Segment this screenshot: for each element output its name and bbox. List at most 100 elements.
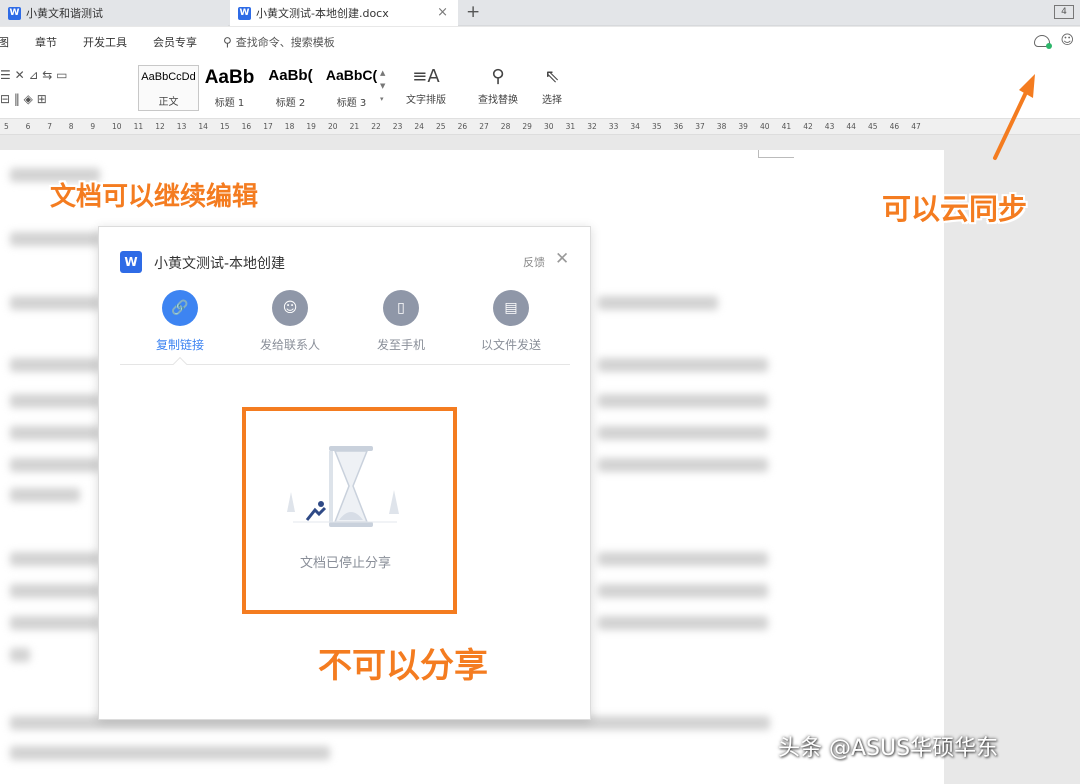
find-replace-button[interactable]: ⚲ 查找替换 xyxy=(478,63,518,106)
style-gallery: AaBbCcDd 正文 AaBb 标题 1 AaBb( 标题 2 AaBbC( … xyxy=(138,65,392,111)
ruler-tick-label: 28 xyxy=(500,122,511,131)
blurred-text-line xyxy=(10,358,100,372)
select-label: 选择 xyxy=(542,95,562,106)
ruler-tick-label: 44 xyxy=(846,122,856,131)
new-tab-button[interactable]: + xyxy=(466,2,480,22)
page-margin-mark xyxy=(758,150,794,158)
ruler-tick-label: 19 xyxy=(306,122,316,131)
close-icon[interactable]: ✕ xyxy=(555,249,569,269)
list-tools-row[interactable]: ☰ ✕ ⊿ ⇆ ▭ xyxy=(0,63,68,87)
phone-icon: ▯ xyxy=(383,290,419,326)
text-layout-icon: ≡A xyxy=(412,66,440,87)
ruler-tick-label: 43 xyxy=(824,122,835,131)
blurred-text-line xyxy=(10,584,100,598)
dialog-divider xyxy=(120,364,570,365)
annotation-no-share: 不可以分享 xyxy=(318,646,488,686)
blurred-text-line xyxy=(598,616,768,630)
style-heading-1[interactable]: AaBb 标题 1 xyxy=(199,65,260,111)
watermark: 头条 @ASUS华硕华东 xyxy=(778,736,999,761)
tab-document-2[interactable]: W 小黄文测试-本地创建.docx × xyxy=(230,0,458,26)
ruler-tick-label: 15 xyxy=(220,122,230,131)
blurred-text-line xyxy=(10,426,100,440)
wps-writer-icon: W xyxy=(120,251,142,273)
style-label: 标题 2 xyxy=(275,98,306,109)
style-heading-3[interactable]: AaBbC( 标题 3 xyxy=(321,65,382,111)
close-tab-icon[interactable]: × xyxy=(437,5,448,20)
style-sample: AaBb( xyxy=(268,67,313,84)
magnifier-icon: ⚲ xyxy=(491,66,505,87)
wps-writer-icon: W xyxy=(8,6,21,20)
option-label: 以文件发送 xyxy=(480,338,541,352)
cloud-sync-icon[interactable] xyxy=(1034,35,1052,49)
ruler-tick-label: 29 xyxy=(522,122,532,131)
send-to-phone-option[interactable]: ▯ 发至手机 xyxy=(346,290,456,353)
blurred-text-line xyxy=(598,458,768,472)
option-label: 复制链接 xyxy=(155,338,204,352)
command-search[interactable]: ⚲ 查找命令、搜索模板 xyxy=(223,34,335,50)
sync-status-dot xyxy=(1046,43,1052,49)
ruler-tick-label: 41 xyxy=(781,122,792,131)
blurred-text-line xyxy=(10,746,330,760)
ruler-tick-label: 13 xyxy=(176,122,187,131)
style-heading-2[interactable]: AaBb( 标题 2 xyxy=(260,65,321,111)
menu-item-chapter[interactable]: 章节 xyxy=(35,34,57,50)
ruler-tick-label: 10 xyxy=(112,122,122,131)
ruler-tick-label: 47 xyxy=(911,122,921,131)
paragraph-tools[interactable]: ☰ ✕ ⊿ ⇆ ▭ ⊟ ‖ ◈ ⊞ xyxy=(0,63,68,111)
menu-item-member[interactable]: 会员专享 xyxy=(153,34,197,50)
link-icon: 🔗 xyxy=(162,290,198,326)
menu-item-developer[interactable]: 开发工具 xyxy=(83,34,127,50)
menu-item-picture[interactable]: 图 xyxy=(0,34,9,50)
ruler-tick-label: 20 xyxy=(328,122,338,131)
blurred-text-line xyxy=(598,296,718,310)
ruler-tick-label: 27 xyxy=(479,122,489,131)
select-button[interactable]: ⇖ 选择 xyxy=(542,63,562,106)
blurred-text-line xyxy=(598,358,768,372)
ruler-tick-label: 32 xyxy=(587,122,597,131)
blurred-text-line xyxy=(10,232,100,246)
style-label: 标题 1 xyxy=(214,98,245,109)
blurred-text-line xyxy=(10,458,100,472)
ruler-tick-label: 6 xyxy=(25,122,31,131)
blurred-text-line xyxy=(10,552,100,566)
ruler-tick-label: 33 xyxy=(608,122,619,131)
annotation-editable: 文档可以继续编辑 xyxy=(50,182,259,212)
ruler-tick-label: 30 xyxy=(544,122,554,131)
find-replace-label: 查找替换 xyxy=(478,95,518,106)
ruler-tick-label: 5 xyxy=(4,122,9,131)
text-layout-button[interactable]: ≡A 文字排版 xyxy=(406,63,446,106)
copy-link-option[interactable]: 🔗 复制链接 xyxy=(125,290,235,353)
border-tools-row[interactable]: ⊟ ‖ ◈ ⊞ xyxy=(0,87,68,111)
highlight-box xyxy=(242,407,457,614)
tab-document-1[interactable]: W 小黄文和谐测试 xyxy=(0,0,228,26)
send-as-file-option[interactable]: ▤ 以文件发送 xyxy=(456,290,566,353)
ruler-tick-label: 26 xyxy=(457,122,468,131)
contact-icon: ☺ xyxy=(272,290,308,326)
ruler-tick-label: 40 xyxy=(760,122,770,131)
text-layout-label: 文字排版 xyxy=(406,95,446,106)
blurred-text-line xyxy=(10,616,100,630)
style-label: 标题 3 xyxy=(336,98,367,109)
option-label: 发至手机 xyxy=(376,338,425,352)
search-placeholder: 查找命令、搜索模板 xyxy=(235,36,335,49)
option-label: 发给联系人 xyxy=(259,338,320,352)
wps-writer-icon: W xyxy=(238,6,251,20)
blurred-text-line xyxy=(598,584,768,598)
blurred-text-line xyxy=(10,648,30,662)
ruler-tick-label: 39 xyxy=(738,122,748,131)
share-user-icon[interactable]: ☺ xyxy=(1060,33,1074,48)
feedback-link[interactable]: 反馈 xyxy=(523,254,545,270)
file-icon: ▤ xyxy=(493,290,529,326)
style-scroll-arrows[interactable]: ▲ ▼ ▾ xyxy=(380,67,385,106)
tab-label: 小黄文测试-本地创建.docx xyxy=(256,7,389,20)
search-icon: ⚲ xyxy=(223,35,232,49)
style-normal[interactable]: AaBbCcDd 正文 xyxy=(138,65,199,111)
ruler-tick-label: 8 xyxy=(68,122,74,131)
blurred-text-line xyxy=(10,296,100,310)
horizontal-ruler[interactable]: 5 6 7 8 9 10 11 12 13 14 15 16 17 18 19 20 21 22 23 24 25 26 2… xyxy=(0,119,1080,135)
send-to-contact-option[interactable]: ☺ 发给联系人 xyxy=(235,290,345,353)
window-count-badge[interactable]: 4 xyxy=(1054,5,1074,19)
ruler-tick-label: 34 xyxy=(630,122,640,131)
style-sample: AaBbC( xyxy=(325,67,378,83)
ruler-tick-label: 7 xyxy=(47,122,52,131)
